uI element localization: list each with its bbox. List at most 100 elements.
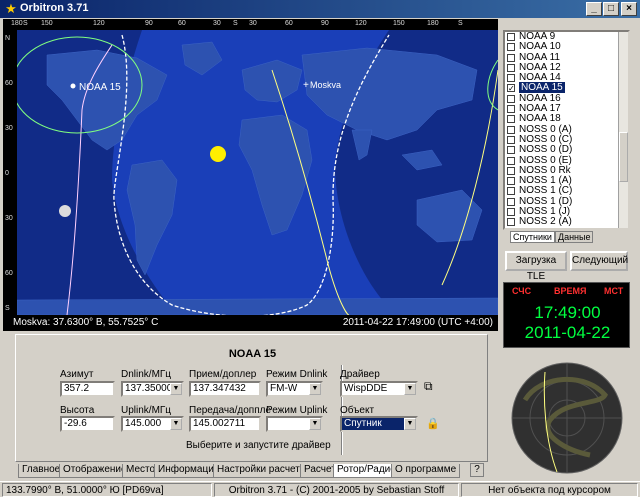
satellite-marker[interactable] <box>70 83 76 89</box>
longitude-tick: 150 <box>41 20 53 27</box>
uplink-value: 145.000 <box>125 418 162 429</box>
lock-icon[interactable]: 🔒 <box>426 417 440 430</box>
chevron-down-icon[interactable]: ▼ <box>309 418 321 430</box>
longitude-tick: 120 <box>355 20 367 27</box>
cursor-coordinates: 133.7990° В, 51.0000° Ю [PD69va] <box>2 483 212 497</box>
help-button[interactable]: ? <box>470 463 484 477</box>
satellite-checkbox[interactable] <box>507 74 515 83</box>
tx-doppler-value: 145.002711 <box>193 418 246 429</box>
satellite-checkbox[interactable] <box>507 53 515 62</box>
azimuth-label: Азимут <box>60 369 94 380</box>
azimuth-field[interactable]: 357.2 <box>60 381 115 397</box>
next-button[interactable]: Следующий <box>570 251 628 271</box>
satellite-checkbox[interactable] <box>507 43 515 52</box>
station-coordinates: Moskva: 37.6300° В, 55.7525° С <box>13 317 159 328</box>
minimize-button[interactable]: _ <box>586 2 602 16</box>
chevron-down-icon[interactable]: ▼ <box>309 383 321 395</box>
tab-0[interactable]: Главное <box>18 464 65 478</box>
station-label: Moskva <box>310 80 341 90</box>
longitude-tick: 30 <box>249 20 257 27</box>
elevation-field[interactable]: -29.6 <box>60 416 115 432</box>
maximize-button[interactable]: □ <box>603 2 619 16</box>
uplink-select[interactable]: 145.000 ▼ <box>121 416 184 432</box>
load-tle-button[interactable]: Загрузка TLE <box>505 251 567 282</box>
world-map[interactable]: NOAA 15 + Moskva <box>17 30 498 315</box>
object-select[interactable]: Спутник ▼ <box>340 416 418 432</box>
tz-utc-indicator[interactable]: СЧС <box>512 286 531 296</box>
satellite-checkbox[interactable] <box>507 187 515 196</box>
driver-label: Драйвер <box>340 369 380 380</box>
world-map-panel[interactable]: 180 S 150 120 90 60 30 S 30 60 90 120 150 180 S N 60 30 0… <box>3 19 498 331</box>
latitude-tick: 60 <box>5 80 13 87</box>
dnlink-mode-label: Режим Dnlink <box>266 369 328 380</box>
latitude-tick: N <box>5 35 11 42</box>
chevron-down-icon[interactable]: ▼ <box>404 418 416 430</box>
satellite-checkbox[interactable] <box>507 135 515 144</box>
object-value: Спутник <box>344 418 382 429</box>
satellite-name: NOSS 2 (A) <box>519 216 572 228</box>
longitude-tick: S <box>458 20 463 27</box>
satellite-checkbox[interactable] <box>507 156 515 165</box>
latitude-tick: 60 <box>5 270 13 277</box>
satellite-checkbox[interactable] <box>507 94 515 103</box>
latitude-tick: 30 <box>5 215 13 222</box>
satellite-checkbox[interactable] <box>507 125 515 134</box>
dnlink-label: Dnlink/МГц <box>121 369 172 380</box>
longitude-tick: 60 <box>285 20 293 27</box>
dnlink-select[interactable]: 137.350000 ▼ <box>121 381 184 397</box>
tab-4[interactable]: Настройки расчета <box>213 464 310 478</box>
satellite-checkbox[interactable] <box>507 177 515 186</box>
chevron-down-icon[interactable]: ▼ <box>170 383 182 395</box>
moon-icon <box>59 205 71 217</box>
elevation-label: Высота <box>60 405 95 416</box>
radar-view[interactable] <box>505 360 629 478</box>
satellite-checkbox[interactable] <box>507 115 515 124</box>
uplink-mode-label: Режим Uplink <box>266 405 328 416</box>
satellite-checkbox[interactable] <box>507 197 515 206</box>
satellite-checkbox[interactable] <box>507 105 515 114</box>
chevron-down-icon[interactable]: ▼ <box>404 383 416 395</box>
chevron-down-icon[interactable]: ▼ <box>170 418 182 430</box>
satellite-checkbox[interactable] <box>507 208 515 217</box>
tz-local-indicator[interactable]: ВРЕМЯ <box>554 286 586 296</box>
tab-6[interactable]: Ротор/Радио <box>333 464 400 478</box>
satellite-checkbox[interactable] <box>507 166 515 175</box>
window-title: Orbitron 3.71 <box>20 2 89 14</box>
clock-time: 17:49:00 <box>534 303 601 322</box>
satellite-checkbox[interactable] <box>507 33 515 41</box>
longitude-tick: 180 <box>11 20 23 27</box>
latitude-tick: S <box>5 305 10 312</box>
satellite-checkbox[interactable]: ✓ <box>507 84 515 93</box>
close-button[interactable]: × <box>621 2 637 16</box>
latitude-tick: 30 <box>5 125 13 132</box>
antarctica <box>17 297 498 315</box>
tab-data[interactable]: Данные <box>554 231 594 243</box>
satellite-checkbox[interactable] <box>507 218 515 227</box>
satellite-list[interactable]: NOAA 9 NOAA 10 NOAA 11 NOAA 12 NOAA 14 ✓ NOAA … <box>503 30 630 230</box>
sun-icon <box>210 146 226 162</box>
tab-satellites[interactable]: Спутники <box>510 231 555 243</box>
title-bar: ★ Orbitron 3.71 _ □ × <box>0 0 640 18</box>
list-tabs: Спутники Данные <box>510 231 594 243</box>
driver-select[interactable]: WispDDE ▼ <box>340 381 418 397</box>
longitude-tick: 60 <box>178 20 186 27</box>
satellite-checkbox[interactable] <box>507 146 515 155</box>
satellite-checkbox[interactable] <box>507 63 515 72</box>
tab-1[interactable]: Отображение <box>59 464 131 478</box>
dnlink-mode-select[interactable]: FM-W ▼ <box>266 381 323 397</box>
tz-dst-indicator[interactable]: МСТ <box>604 286 623 296</box>
orbitron-app-icon[interactable]: ★ <box>3 1 19 17</box>
driver-settings-icon[interactable]: ⧉ <box>424 379 433 394</box>
latitude-tick: 0 <box>5 170 9 177</box>
copyright-text: Orbitron 3.71 - (C) 2001-2005 by Sebasti… <box>214 483 459 497</box>
longitude-tick: 180 <box>427 20 439 27</box>
uplink-mode-select[interactable]: ▼ <box>266 416 323 432</box>
status-bar: 133.7990° В, 51.0000° Ю [PD69va] Orbitro… <box>0 481 640 497</box>
satellite-list-item[interactable]: NOSS 2 (A) <box>505 217 628 227</box>
rx-doppler-value: 137.347432 <box>193 383 246 394</box>
dnlink-mode-value: FM-W <box>270 383 298 394</box>
tab-7[interactable]: О программе <box>391 464 461 478</box>
tx-doppler-field[interactable]: 145.002711 <box>189 416 261 432</box>
object-label: Объект <box>340 405 375 416</box>
rx-doppler-field[interactable]: 137.347432 <box>189 381 261 397</box>
